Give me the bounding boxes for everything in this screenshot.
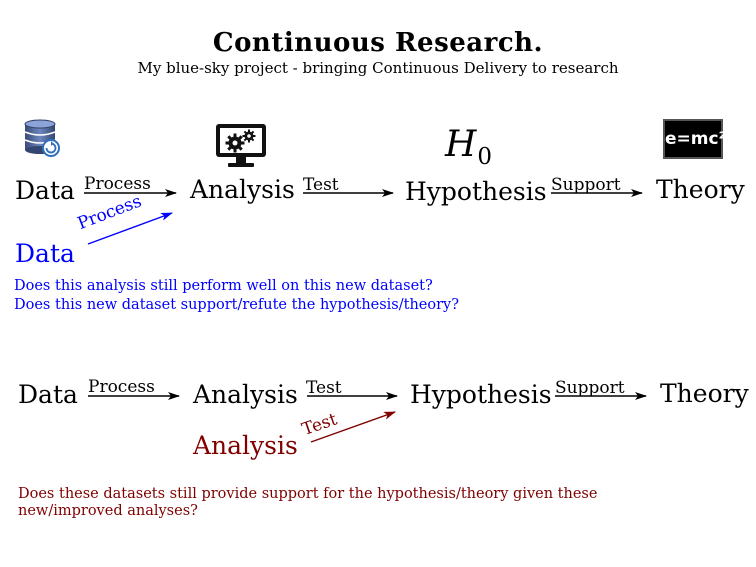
edge-process-2: Process: [88, 377, 155, 397]
edge-process-1: Process: [84, 174, 151, 194]
question-1: Does this analysis still perform well on…: [14, 278, 433, 294]
edge-support-2: Support: [555, 378, 625, 398]
node-data-1: Data: [15, 176, 75, 205]
node-analysis-2: Analysis: [193, 380, 298, 409]
node-data-2: Data: [18, 380, 78, 409]
edge-test-2: Test: [306, 378, 342, 398]
edge-test-1: Test: [303, 175, 339, 195]
question-2: Does this new dataset support/refute the…: [14, 297, 460, 313]
node-analysis-new: Analysis: [193, 431, 298, 460]
question-3: Does these datasets still provide suppor…: [18, 486, 598, 519]
node-data-new: Data: [15, 239, 75, 268]
node-theory-2: Theory: [660, 379, 749, 408]
node-hypothesis-1: Hypothesis: [405, 177, 547, 206]
node-theory-1: Theory: [656, 175, 745, 204]
node-analysis-1: Analysis: [190, 175, 295, 204]
node-hypothesis-2: Hypothesis: [410, 380, 552, 409]
edge-support-1: Support: [551, 175, 621, 195]
